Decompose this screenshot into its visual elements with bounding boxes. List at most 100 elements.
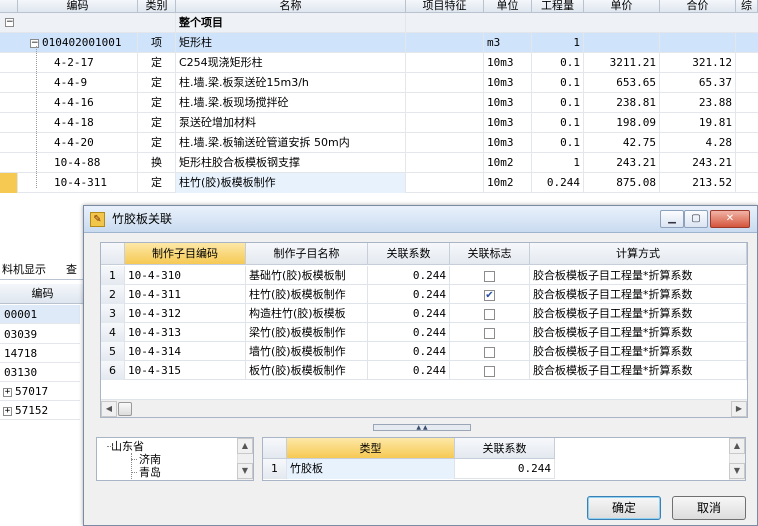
- ok-button[interactable]: 确定: [587, 496, 661, 520]
- row-name: 柱.墙.梁.板现场搅拌砼: [176, 93, 406, 113]
- row-price: 42.75: [584, 133, 660, 153]
- col-header-extra[interactable]: 综: [736, 0, 758, 13]
- table-row[interactable]: 5 10-4-314 墙竹(胶)板模板制作 0.244 胶合板模板子目工程量*折…: [101, 342, 747, 361]
- scroll-left-icon[interactable]: ◀: [101, 401, 117, 417]
- main-grid: 编码 类别 名称 项目特征 单位 工程量 单价 合价 综 − 整个项目 −010…: [0, 0, 758, 195]
- table-row[interactable]: 4-4-16 定 柱.墙.梁.板现场搅拌砼 10m3 0.1 238.81 23…: [0, 93, 758, 113]
- link-flag-checkbox[interactable]: [484, 327, 495, 339]
- list-item[interactable]: 00001: [0, 305, 80, 324]
- col-header-type[interactable]: 类别: [138, 0, 176, 13]
- col-header-name[interactable]: 名称: [176, 0, 406, 13]
- link-flag-checkbox[interactable]: [484, 346, 495, 358]
- tree-node-province[interactable]: 山东省: [111, 440, 144, 453]
- coef[interactable]: 0.244: [368, 342, 450, 361]
- row-qty: 1: [532, 33, 584, 53]
- list-item[interactable]: 03039: [0, 325, 80, 344]
- scroll-thumb[interactable]: [118, 402, 132, 416]
- tree-node-city[interactable]: 济南: [139, 453, 161, 466]
- collapse-icon[interactable]: −: [5, 17, 14, 27]
- left-col-header[interactable]: 编码: [0, 284, 85, 304]
- scroll-down-icon[interactable]: ▼: [729, 463, 745, 479]
- scroll-right-icon[interactable]: ▶: [731, 401, 747, 417]
- sub-code: 10-4-314: [125, 342, 246, 361]
- table-row[interactable]: 4-2-17 定 C254现浇矩形柱 10m3 0.1 3211.21 321.…: [0, 53, 758, 73]
- group-label: 整个项目: [176, 13, 406, 33]
- row-name: C254现浇矩形柱: [176, 53, 406, 73]
- coef[interactable]: 0.244: [368, 304, 450, 323]
- row-code: 4-4-9: [18, 73, 138, 93]
- coef[interactable]: 0.244: [455, 459, 555, 479]
- link-flag-checkbox[interactable]: ✔: [484, 289, 495, 301]
- link-flag-checkbox[interactable]: [484, 365, 495, 377]
- horizontal-scrollbar[interactable]: ◀ ▶: [101, 399, 747, 417]
- list-item[interactable]: 14718: [0, 344, 80, 363]
- row-qty: 0.1: [532, 93, 584, 113]
- col-header-method[interactable]: 计算方式: [530, 243, 747, 265]
- panel-splitter[interactable]: ▲ ▲: [373, 424, 471, 431]
- link-flag-checkbox[interactable]: [484, 270, 495, 282]
- table-row[interactable]: 4-4-9 定 柱.墙.梁.板泵送砼15m3/h 10m3 0.1 653.65…: [0, 73, 758, 93]
- row-number: 6: [101, 361, 125, 380]
- dialog-titlebar[interactable]: ✎ 竹胶板关联 ▁ ▢ ✕: [84, 206, 757, 233]
- row-unit: 10m2: [484, 153, 532, 173]
- vertical-scrollbar[interactable]: ▲ ▼: [729, 438, 745, 480]
- col-header-coef[interactable]: 关联系数: [368, 243, 450, 265]
- col-header-type[interactable]: 类型: [287, 438, 455, 459]
- sub-name: 柱竹(胶)板模板制作: [246, 285, 368, 304]
- material-tab[interactable]: 料机显示查: [0, 260, 85, 280]
- table-row[interactable]: 10-4-311 定 柱竹(胶)板模板制作 10m2 0.244 875.08 …: [0, 173, 758, 193]
- expand-icon[interactable]: +: [3, 387, 12, 397]
- table-row[interactable]: 2 10-4-311 柱竹(胶)板模板制作 0.244 ✔ 胶合板模板子目工程量…: [101, 285, 747, 304]
- calc-method: 胶合板模板子目工程量*折算系数: [530, 361, 747, 380]
- row-code: 4-4-18: [18, 113, 138, 133]
- row-number: 4: [101, 323, 125, 342]
- col-header-code[interactable]: 编码: [18, 0, 138, 13]
- col-header-unit[interactable]: 单位: [484, 0, 532, 13]
- table-row[interactable]: 6 10-4-315 板竹(胶)板模板制作 0.244 胶合板模板子目工程量*折…: [101, 361, 747, 380]
- col-header-qty[interactable]: 工程量: [532, 0, 584, 13]
- row-number: 2: [101, 285, 125, 304]
- query-tab[interactable]: 查: [66, 260, 77, 280]
- col-header-total[interactable]: 合价: [660, 0, 736, 13]
- table-row[interactable]: 4 10-4-313 梁竹(胶)板模板制作 0.244 胶合板模板子目工程量*折…: [101, 323, 747, 342]
- col-header-sub-name[interactable]: 制作子目名称: [246, 243, 368, 265]
- table-row[interactable]: 4-4-20 定 柱.墙.梁.板输送砼管道安拆 50m内 10m3 0.1 42…: [0, 133, 758, 153]
- collapse-icon[interactable]: −: [30, 38, 39, 48]
- cancel-button[interactable]: 取消: [672, 496, 746, 520]
- table-row[interactable]: 10-4-88 换 矩形柱胶合板模板钢支撑 10m2 1 243.21 243.…: [0, 153, 758, 173]
- maximize-icon[interactable]: ▢: [684, 210, 708, 228]
- coef[interactable]: 0.244: [368, 323, 450, 342]
- col-header-sub-code[interactable]: 制作子目编码: [125, 243, 246, 265]
- vertical-scrollbar[interactable]: ▲ ▼: [237, 438, 253, 480]
- col-header-feature[interactable]: 项目特征: [406, 0, 484, 13]
- col-header-price[interactable]: 单价: [584, 0, 660, 13]
- left-panel: 料机显示查 编码 00001 03039 14718 03130 +57017 …: [0, 232, 85, 526]
- table-row[interactable]: 1 竹胶板 0.244: [263, 459, 555, 479]
- scroll-down-icon[interactable]: ▼: [237, 463, 253, 479]
- table-row[interactable]: 4-4-18 定 泵送砼增加材料 10m3 0.1 198.09 19.81: [0, 113, 758, 133]
- table-row[interactable]: 3 10-4-312 构造柱竹(胶)板模板 0.244 胶合板模板子目工程量*折…: [101, 304, 747, 323]
- list-item[interactable]: +57152: [0, 401, 80, 420]
- coef[interactable]: 0.244: [368, 266, 450, 285]
- row-code: 4-4-16: [18, 93, 138, 113]
- association-grid: 制作子目编码 制作子目名称 关联系数 关联标志 计算方式 1 10-4-310 …: [100, 242, 748, 418]
- coef[interactable]: 0.244: [368, 285, 450, 304]
- type-name[interactable]: 竹胶板: [287, 459, 455, 479]
- row-feature: [406, 113, 484, 133]
- group-row[interactable]: − 整个项目: [0, 13, 758, 33]
- table-row[interactable]: −010402001001 项 矩形柱 m3 1: [0, 33, 758, 53]
- table-row[interactable]: 1 10-4-310 基础竹(胶)板模板制 0.244 胶合板模板子目工程量*折…: [101, 266, 747, 285]
- scroll-up-icon[interactable]: ▲: [237, 438, 253, 454]
- minimize-icon[interactable]: ▁: [660, 210, 684, 228]
- list-item[interactable]: +57017: [0, 382, 80, 401]
- calc-method: 胶合板模板子目工程量*折算系数: [530, 323, 747, 342]
- coef[interactable]: 0.244: [368, 361, 450, 380]
- close-icon[interactable]: ✕: [710, 210, 750, 228]
- col-header-coef[interactable]: 关联系数: [455, 438, 555, 459]
- list-item[interactable]: 03130: [0, 363, 80, 382]
- link-flag-checkbox[interactable]: [484, 308, 495, 320]
- tree-node-city[interactable]: 青岛: [139, 466, 161, 479]
- scroll-up-icon[interactable]: ▲: [729, 438, 745, 454]
- expand-icon[interactable]: +: [3, 406, 12, 416]
- col-header-flag[interactable]: 关联标志: [450, 243, 530, 265]
